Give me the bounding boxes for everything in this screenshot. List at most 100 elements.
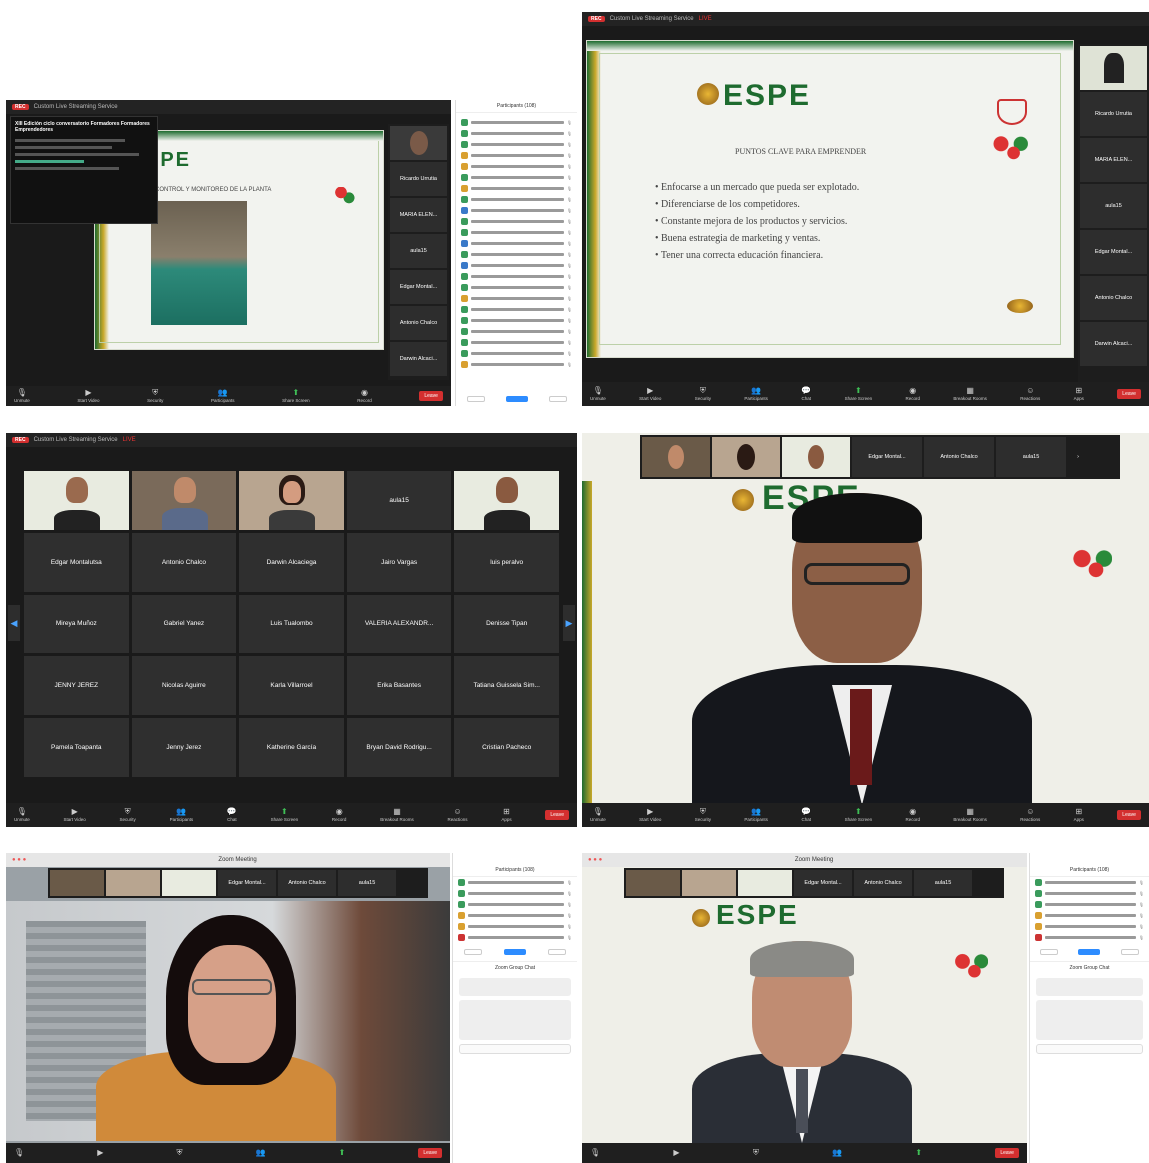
share-button[interactable]: ⬆ (915, 1149, 922, 1157)
participant-tile[interactable]: Antonio Chalco (854, 870, 912, 896)
participant-row[interactable]: 🎙 (453, 910, 577, 921)
mute-button[interactable]: 🎙 (590, 1149, 600, 1157)
prev-page-button[interactable]: ◀ (8, 605, 20, 641)
chat-button[interactable]: 💬 Chat (227, 808, 237, 823)
participant-tile[interactable]: aula15 (996, 437, 1066, 477)
video-tile[interactable] (782, 437, 850, 477)
participant-tile[interactable]: luis peralvo (454, 532, 559, 592)
mute-button[interactable]: 🎙 Unmute (14, 808, 30, 823)
participant-tile[interactable]: Edgar Montal... (218, 870, 276, 896)
participant-tile[interactable]: Bryan David Rodrigu... (346, 718, 452, 777)
video-button[interactable]: ▶ (673, 1149, 679, 1157)
reactions-button[interactable]: ☺ Reactions (1020, 387, 1040, 402)
participant-tile[interactable]: Denisse Tipan (454, 594, 559, 654)
chat-button[interactable]: 💬 Chat (801, 808, 811, 823)
security-button[interactable]: ⛨ Security (147, 389, 163, 404)
participant-tile[interactable]: Cristian Pacheco (454, 718, 559, 777)
leave-button[interactable]: Leave (419, 391, 443, 401)
participant-row[interactable]: 🎙 (456, 326, 577, 337)
video-tile[interactable] (106, 870, 160, 896)
share-button[interactable]: ⬆ Share Screen (845, 387, 873, 402)
leave-button[interactable]: Leave (545, 810, 569, 820)
participant-row[interactable]: 🎙 (456, 249, 577, 260)
participant-tile[interactable]: JENNY JEREZ (24, 656, 129, 716)
participant-tile[interactable]: aula15 (914, 870, 972, 896)
participant-row[interactable]: 🎙 (456, 304, 577, 315)
participant-row[interactable]: 🎙 (453, 877, 577, 888)
video-tile[interactable] (131, 471, 237, 530)
share-button[interactable]: ⬆ Share Screen (282, 389, 310, 404)
video-tile[interactable] (50, 870, 104, 896)
apps-button[interactable]: ⊞ Apps (501, 808, 511, 823)
invite-button[interactable] (466, 396, 485, 402)
video-tile[interactable] (1080, 46, 1147, 90)
participant-row[interactable]: 🎙 (1030, 932, 1149, 943)
participant-tile[interactable]: Jairo Vargas (346, 532, 452, 592)
participant-tile[interactable]: MARIA ELEN... (1080, 138, 1147, 182)
participant-row[interactable]: 🎙 (456, 117, 577, 128)
record-button[interactable]: ◉ Record (357, 389, 372, 404)
participant-row[interactable]: 🎙 (456, 359, 577, 370)
reactions-button[interactable]: ☺ Reactions (1020, 808, 1040, 823)
security-button[interactable]: ⛨ Security (695, 387, 711, 402)
participant-tile[interactable]: Darwin Alcaci... (1080, 322, 1147, 366)
mute-all-button[interactable] (504, 949, 526, 955)
participant-row[interactable]: 🎙 (456, 183, 577, 194)
participant-tile[interactable]: Nicolas Aguirre (131, 656, 237, 716)
participant-tile[interactable]: aula15 (346, 471, 452, 530)
participant-row[interactable]: 🎙 (456, 315, 577, 326)
participant-row[interactable]: 🎙 (1030, 888, 1149, 899)
video-button[interactable]: ▶ Start Video (639, 808, 661, 823)
participant-row[interactable]: 🎙 (456, 172, 577, 183)
video-button[interactable]: ▶ (97, 1149, 103, 1157)
participant-row[interactable]: 🎙 (1030, 921, 1149, 932)
participant-row[interactable]: 🎙 (456, 161, 577, 172)
security-button[interactable]: ⛨ Security (120, 808, 136, 823)
participant-tile[interactable]: Jenny Jerez (131, 718, 237, 777)
participant-tile[interactable]: Edgar Montal... (794, 870, 852, 896)
video-button[interactable]: ▶ Start Video (64, 808, 86, 823)
participants-button[interactable]: 👥 Participants (211, 389, 235, 404)
participant-tile[interactable]: Tatiana Guissela Sim... (454, 656, 559, 716)
video-tile[interactable] (454, 471, 559, 530)
participant-tile[interactable]: Ricardo Urrutia (390, 162, 447, 196)
participant-tile[interactable]: aula15 (1080, 184, 1147, 228)
mute-button[interactable]: 🎙 Unmute (590, 808, 606, 823)
participant-row[interactable]: 🎙 (456, 271, 577, 282)
participant-tile[interactable]: aula15 (390, 234, 447, 268)
chat-input[interactable] (1036, 1044, 1143, 1054)
record-button[interactable]: ◉ Record (905, 387, 920, 402)
video-tile[interactable] (626, 870, 680, 896)
mute-all-button[interactable] (1078, 949, 1101, 955)
participant-row[interactable]: 🎙 (456, 227, 577, 238)
participant-tile[interactable]: Pamela Toapanta (24, 718, 129, 777)
participant-tile[interactable]: Antonio Chalco (278, 870, 336, 896)
video-tile[interactable] (24, 471, 129, 530)
participant-row[interactable]: 🎙 (456, 348, 577, 359)
video-tile[interactable] (642, 437, 710, 477)
participant-tile[interactable]: Antonio Chalco (924, 437, 994, 477)
record-button[interactable]: ◉ Record (332, 808, 347, 823)
leave-button[interactable]: Leave (995, 1148, 1019, 1158)
participant-tile[interactable]: aula15 (338, 870, 396, 896)
participants-button[interactable]: 👥 (832, 1149, 842, 1157)
participant-row[interactable]: 🎙 (456, 128, 577, 139)
participant-row[interactable]: 🎙 (1030, 877, 1149, 888)
participant-row[interactable]: 🎙 (453, 932, 577, 943)
chat-button[interactable]: 💬 Chat (801, 387, 811, 402)
video-tile[interactable] (239, 471, 344, 530)
participant-tile[interactable]: Edgar Montalutsa (24, 532, 129, 592)
leave-button[interactable]: Leave (1117, 810, 1141, 820)
security-button[interactable]: ⛨ (176, 1149, 182, 1157)
traffic-lights-icon[interactable]: ● ● ● (588, 857, 602, 863)
participant-tile[interactable]: Katherine García (239, 718, 344, 777)
participants-button[interactable]: 👥 Participants (170, 808, 194, 823)
mute-button[interactable]: 🎙 Unmute (14, 389, 30, 404)
video-tile[interactable] (162, 870, 216, 896)
participant-row[interactable]: 🎙 (456, 216, 577, 227)
breakout-button[interactable]: ▦ Breakout Rooms (953, 808, 987, 823)
participant-tile[interactable]: Darwin Alcaci... (390, 342, 447, 376)
video-tile[interactable] (712, 437, 780, 477)
apps-button[interactable]: ⊞ Apps (1074, 808, 1084, 823)
participant-tile[interactable]: Luis Tualombo (239, 594, 344, 654)
